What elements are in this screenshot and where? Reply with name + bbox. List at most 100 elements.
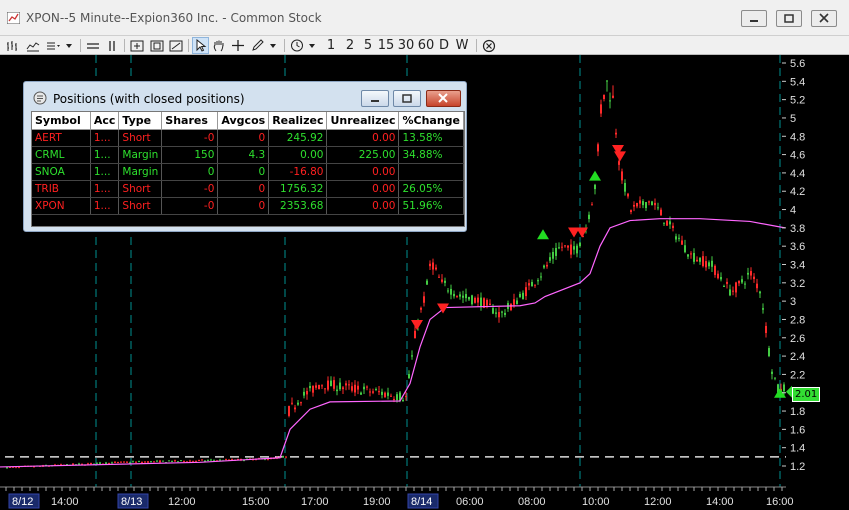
interval-2-button[interactable]: 2 [343, 37, 357, 54]
horizontal-line-button[interactable] [85, 37, 101, 54]
vertical-line-button[interactable] [104, 37, 120, 54]
price-candle [183, 460, 185, 462]
price-candle [675, 236, 677, 240]
price-candle [762, 308, 764, 310]
position-row[interactable]: TRIB 1... Short -0 0 1756.32 0.00 26.05% [32, 180, 464, 198]
bar-style-button[interactable] [5, 37, 21, 54]
price-candle [594, 184, 596, 190]
position-row[interactable]: CRML 1... Margin 150 4.3 0.00 225.00 34.88% [32, 146, 464, 164]
price-candle [201, 459, 203, 461]
cell-unrealized: 0.00 [326, 129, 400, 147]
price-candle [381, 391, 383, 395]
crosshair-button[interactable] [230, 37, 246, 54]
price-candle [741, 279, 743, 283]
cell-account: 1... [90, 163, 120, 181]
position-row[interactable]: SNOA 1... Margin 0 0 -16.80 0.00 [32, 163, 464, 181]
maximize-button[interactable] [776, 10, 802, 27]
positions-minimize-button[interactable] [361, 90, 389, 107]
price-candle [414, 330, 416, 339]
price-candle [657, 207, 659, 209]
interval-daily-button[interactable]: D [437, 37, 451, 54]
price-candle [135, 461, 137, 463]
close-button[interactable] [811, 10, 837, 27]
price-candle [690, 253, 692, 255]
price-candle [378, 391, 380, 393]
cell-shares: 150 [161, 146, 219, 164]
cell-pct-change: 13.58% [398, 129, 464, 147]
price-candle [219, 459, 221, 461]
price-candle [624, 182, 626, 192]
y-axis-tick-label: 2.2 [790, 369, 805, 381]
col-pct-change[interactable]: %Change [398, 112, 464, 130]
col-type[interactable]: Type [118, 112, 163, 130]
position-row[interactable]: AERT 1... Short -0 0 245.92 0.00 13.58% [32, 129, 464, 147]
interval-30-button[interactable]: 30 [397, 37, 415, 54]
toolbar-separator [284, 39, 285, 52]
price-candle [756, 283, 758, 289]
interval-1-button[interactable]: 1 [324, 37, 338, 54]
drawing-tool-dropdown[interactable] [250, 37, 280, 54]
col-unrealized[interactable]: Unrealizec [326, 112, 400, 130]
price-candle [132, 461, 134, 463]
price-candle [612, 95, 614, 98]
price-candle [450, 288, 452, 295]
price-candle [579, 242, 581, 247]
price-candle [498, 312, 500, 318]
price-candle [696, 259, 698, 262]
price-candle [642, 201, 644, 206]
price-candle [207, 459, 209, 461]
zoom-diagonal-icon [169, 40, 183, 51]
positions-window[interactable]: Positions (with closed positions) Symbol… [23, 81, 467, 232]
positions-maximize-button[interactable] [393, 90, 421, 107]
position-row[interactable]: XPON 1... Short -0 0 2353.68 0.00 51.96% [32, 197, 464, 215]
price-candle [444, 280, 446, 283]
positions-close-button[interactable] [426, 90, 461, 107]
x-axis-tick-label: 8/12 [12, 496, 33, 508]
col-avgcost[interactable]: Avgcos [217, 112, 270, 130]
zoom-box-button[interactable] [149, 37, 165, 54]
time-dropdown[interactable] [289, 37, 319, 54]
line-style-button[interactable] [25, 37, 41, 54]
cancel-orders-button[interactable] [481, 37, 497, 54]
price-candle [294, 407, 296, 410]
price-candle [303, 391, 305, 396]
interval-weekly-button[interactable]: W [454, 37, 470, 54]
price-candle [375, 388, 377, 390]
circle-x-icon [482, 39, 496, 52]
price-candle [87, 463, 89, 465]
price-candle [351, 386, 353, 391]
maximize-icon [402, 94, 412, 103]
zoom-diagonal-button[interactable] [168, 37, 184, 54]
bar-chart-icon [7, 40, 17, 51]
x-axis-tick-label: 14:00 [706, 496, 734, 508]
price-candle [438, 276, 440, 278]
interval-15-button[interactable]: 15 [377, 37, 395, 54]
y-axis-tick-label: 4.4 [790, 168, 805, 180]
col-symbol[interactable]: Symbol [32, 112, 91, 130]
chart-style-dropdown[interactable] [45, 37, 75, 54]
price-candle [297, 402, 299, 405]
pan-tool-button[interactable] [211, 37, 227, 54]
col-realized[interactable]: Realizec [268, 112, 328, 130]
fit-button[interactable] [129, 37, 145, 54]
col-account[interactable]: Acc [90, 112, 120, 130]
price-candle [519, 293, 521, 298]
interval-60-button[interactable]: 60 [417, 37, 435, 54]
cell-account: 1... [90, 146, 120, 164]
col-shares[interactable]: Shares [161, 112, 219, 130]
price-candle [147, 461, 149, 463]
price-candle [558, 247, 560, 249]
app-chart-icon [7, 12, 20, 24]
close-icon [819, 13, 829, 23]
price-candle [168, 460, 170, 462]
price-candle [291, 402, 293, 404]
price-candle [765, 325, 767, 334]
pointer-tool-button[interactable] [192, 37, 209, 54]
y-axis-tick-label: 3 [790, 296, 796, 308]
minimize-button[interactable] [741, 10, 767, 27]
price-candle [117, 461, 119, 463]
price-candle [267, 459, 269, 461]
price-candle [195, 460, 197, 462]
interval-5-button[interactable]: 5 [361, 37, 375, 54]
window-titlebar[interactable]: XPON--5 Minute--Expion360 Inc. - Common … [0, 0, 849, 36]
